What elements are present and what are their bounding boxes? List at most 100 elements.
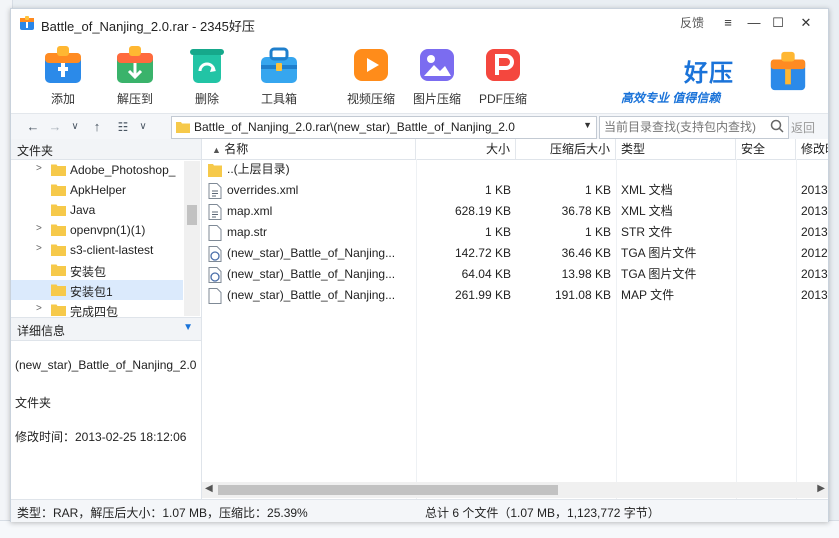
folder-tree-item[interactable]: Java bbox=[11, 200, 183, 220]
folder-tree-item-label: openvpn(1)(1) bbox=[70, 223, 146, 237]
history-dropdown-icon[interactable]: ∨ bbox=[67, 118, 83, 136]
file-modified: 2013- bbox=[801, 204, 828, 218]
folder-tree-item-label: s3-client-lastest bbox=[70, 243, 154, 257]
file-type: XML 文档 bbox=[621, 183, 673, 197]
folder-tree-item[interactable]: > Adobe_Photoshop_ bbox=[11, 160, 183, 180]
file-type: TGA 图片文件 bbox=[621, 246, 697, 260]
file-packed-size: 1 KB bbox=[584, 225, 611, 239]
menu-icon[interactable]: ≡ bbox=[716, 13, 740, 33]
extract-button[interactable]: 解压到 bbox=[105, 41, 165, 109]
view-mode-icon[interactable]: ☷ bbox=[115, 118, 131, 136]
close-button[interactable]: ✕ bbox=[794, 13, 818, 33]
file-modified: 2012- bbox=[801, 246, 828, 260]
status-totals: 总计 6 个文件（1.07 MB，1,123,772 字节） bbox=[425, 506, 660, 520]
scroll-right-icon[interactable]: ▶ bbox=[817, 483, 825, 494]
collapse-icon[interactable]: ▼ bbox=[183, 322, 193, 333]
toolbox-label: 工具箱 bbox=[260, 92, 297, 106]
xml-file-icon bbox=[208, 204, 222, 220]
folder-icon bbox=[51, 204, 66, 216]
title-bar: Battle_of_Nanjing_2.0.rar - 2345好压 反馈 ≡ … bbox=[11, 9, 828, 37]
folder-tree-scrollbar[interactable] bbox=[184, 161, 200, 316]
view-mode-dropdown-icon[interactable]: ∨ bbox=[135, 118, 151, 136]
column-name[interactable]: ▲ 名称 bbox=[202, 139, 416, 159]
column-packed-size[interactable]: 压缩后大小 bbox=[516, 139, 616, 159]
file-packed-size bbox=[516, 159, 616, 180]
pdf-compress-label: PDF压缩 bbox=[478, 92, 527, 106]
folder-tree-item[interactable]: 安装包1 bbox=[11, 280, 183, 300]
expand-arrow-icon[interactable]: > bbox=[36, 223, 42, 234]
expand-arrow-icon[interactable]: > bbox=[36, 303, 42, 314]
folder-tree-item-label: 安装包1 bbox=[70, 285, 113, 299]
path-text: Battle_of_Nanjing_2.0.rar\(new_star)_Bat… bbox=[194, 120, 515, 134]
file-packed-size: 191.08 KB bbox=[554, 288, 611, 302]
file-row[interactable]: (new_star)_Battle_of_Nanjing... 261.99 KB… bbox=[202, 285, 828, 306]
minimize-button[interactable]: — bbox=[742, 13, 766, 33]
path-field[interactable]: Battle_of_Nanjing_2.0.rar\(new_star)_Bat… bbox=[171, 116, 597, 139]
forward-button[interactable]: → bbox=[47, 118, 63, 136]
hscrollbar-thumb[interactable] bbox=[218, 485, 558, 495]
file-size: 261.99 KB bbox=[454, 288, 511, 302]
column-type[interactable]: 类型 bbox=[616, 139, 736, 159]
folder-icon bbox=[51, 224, 66, 236]
image-file-icon bbox=[208, 246, 222, 262]
file-name: (new_star)_Battle_of_Nanjing... bbox=[227, 246, 396, 260]
folder-tree-pane: 文件夹 > Adobe_Photoshop_ ApkHelper Java > openv… bbox=[11, 139, 202, 499]
image-compress-button[interactable]: 图片压缩 bbox=[407, 41, 467, 109]
folder-icon bbox=[51, 304, 66, 316]
scroll-left-icon[interactable]: ◀ bbox=[205, 483, 213, 494]
folder-icon bbox=[51, 164, 66, 176]
file-name: ..(上层目录) bbox=[227, 162, 290, 176]
file-modified: 2013- bbox=[801, 288, 828, 302]
column-security[interactable]: 安全 bbox=[736, 139, 796, 159]
folder-tree-item[interactable]: ApkHelper bbox=[11, 180, 183, 200]
file-type: MAP 文件 bbox=[621, 288, 675, 302]
add-button[interactable]: 添加 bbox=[33, 41, 93, 109]
details-modified: 修改时间：2013-02-25 18:12:06 bbox=[15, 430, 187, 444]
main-toolbar: 添加 解压到 删除 工具箱 视频压缩 图片压缩 PDF压缩 好压 高效专业 值得… bbox=[11, 37, 828, 113]
folder-tree-item[interactable]: > openvpn(1)(1) bbox=[11, 220, 183, 240]
status-archive-info: 类型：RAR，解压后大小：1.07 MB，压缩比：25.39% bbox=[17, 506, 308, 520]
search-icon[interactable] bbox=[770, 119, 784, 133]
file-row[interactable]: map.str 1 KB 1 KB STR 文件 2013- bbox=[202, 222, 828, 243]
folder-tree-item[interactable]: > 完成四包 bbox=[11, 300, 183, 317]
scrollbar-thumb[interactable] bbox=[187, 205, 197, 225]
file-row[interactable]: map.xml 628.19 KB 36.78 KB XML 文档 2013- bbox=[202, 201, 828, 222]
video-compress-button[interactable]: 视频压缩 bbox=[341, 41, 401, 109]
file-row[interactable]: (new_star)_Battle_of_Nanjing... 142.72 KB… bbox=[202, 243, 828, 264]
file-list-header: ▲ 名称 大小 压缩后大小 类型 安全 修改时 bbox=[202, 139, 828, 160]
app-window: Battle_of_Nanjing_2.0.rar - 2345好压 反馈 ≡ … bbox=[10, 8, 829, 522]
expand-arrow-icon[interactable]: > bbox=[36, 163, 42, 174]
column-size[interactable]: 大小 bbox=[416, 139, 516, 159]
column-modified[interactable]: 修改时 bbox=[796, 139, 828, 159]
file-name: (new_star)_Battle_of_Nanjing... bbox=[227, 288, 396, 302]
brand-logo-icon bbox=[770, 51, 806, 91]
xml-file-icon bbox=[208, 183, 222, 199]
details-header[interactable]: 详细信息 ▼ bbox=[11, 317, 201, 341]
file-row[interactable]: overrides.xml 1 KB 1 KB XML 文档 2013- bbox=[202, 180, 828, 201]
pdf-compress-button[interactable]: PDF压缩 bbox=[473, 41, 533, 109]
search-input[interactable] bbox=[600, 117, 768, 136]
search-field[interactable] bbox=[599, 116, 789, 139]
file-packed-size: 13.98 KB bbox=[561, 267, 611, 281]
file-row[interactable]: (new_star)_Battle_of_Nanjing... 64.04 KB 1… bbox=[202, 264, 828, 285]
toolbox-button[interactable]: 工具箱 bbox=[249, 41, 309, 109]
file-row[interactable]: ..(上层目录) bbox=[202, 159, 828, 180]
folder-tree-item-label: 安装包 bbox=[70, 265, 107, 279]
file-size: 142.72 KB bbox=[454, 246, 511, 260]
file-size: 1 KB bbox=[484, 183, 511, 197]
delete-button[interactable]: 删除 bbox=[177, 41, 237, 109]
folder-tree-item[interactable]: 安装包 bbox=[11, 260, 183, 280]
folder-tree-item[interactable]: > s3-client-lastest bbox=[11, 240, 183, 260]
path-dropdown-icon[interactable]: ▼ bbox=[583, 120, 592, 130]
maximize-button[interactable]: ☐ bbox=[766, 13, 790, 33]
background-taskbar-area bbox=[0, 520, 839, 538]
up-folder-button[interactable]: ↑ bbox=[89, 118, 105, 136]
app-logo-icon bbox=[20, 16, 34, 30]
file-size bbox=[416, 159, 516, 180]
expand-arrow-icon[interactable]: > bbox=[36, 243, 42, 254]
feedback-button[interactable]: 反馈 bbox=[678, 13, 706, 33]
back-button[interactable]: ← bbox=[25, 118, 41, 136]
return-button[interactable]: 返回 bbox=[791, 119, 815, 136]
image-file-icon bbox=[208, 267, 222, 283]
file-list-hscrollbar[interactable]: ◀ ▶ bbox=[202, 482, 828, 498]
